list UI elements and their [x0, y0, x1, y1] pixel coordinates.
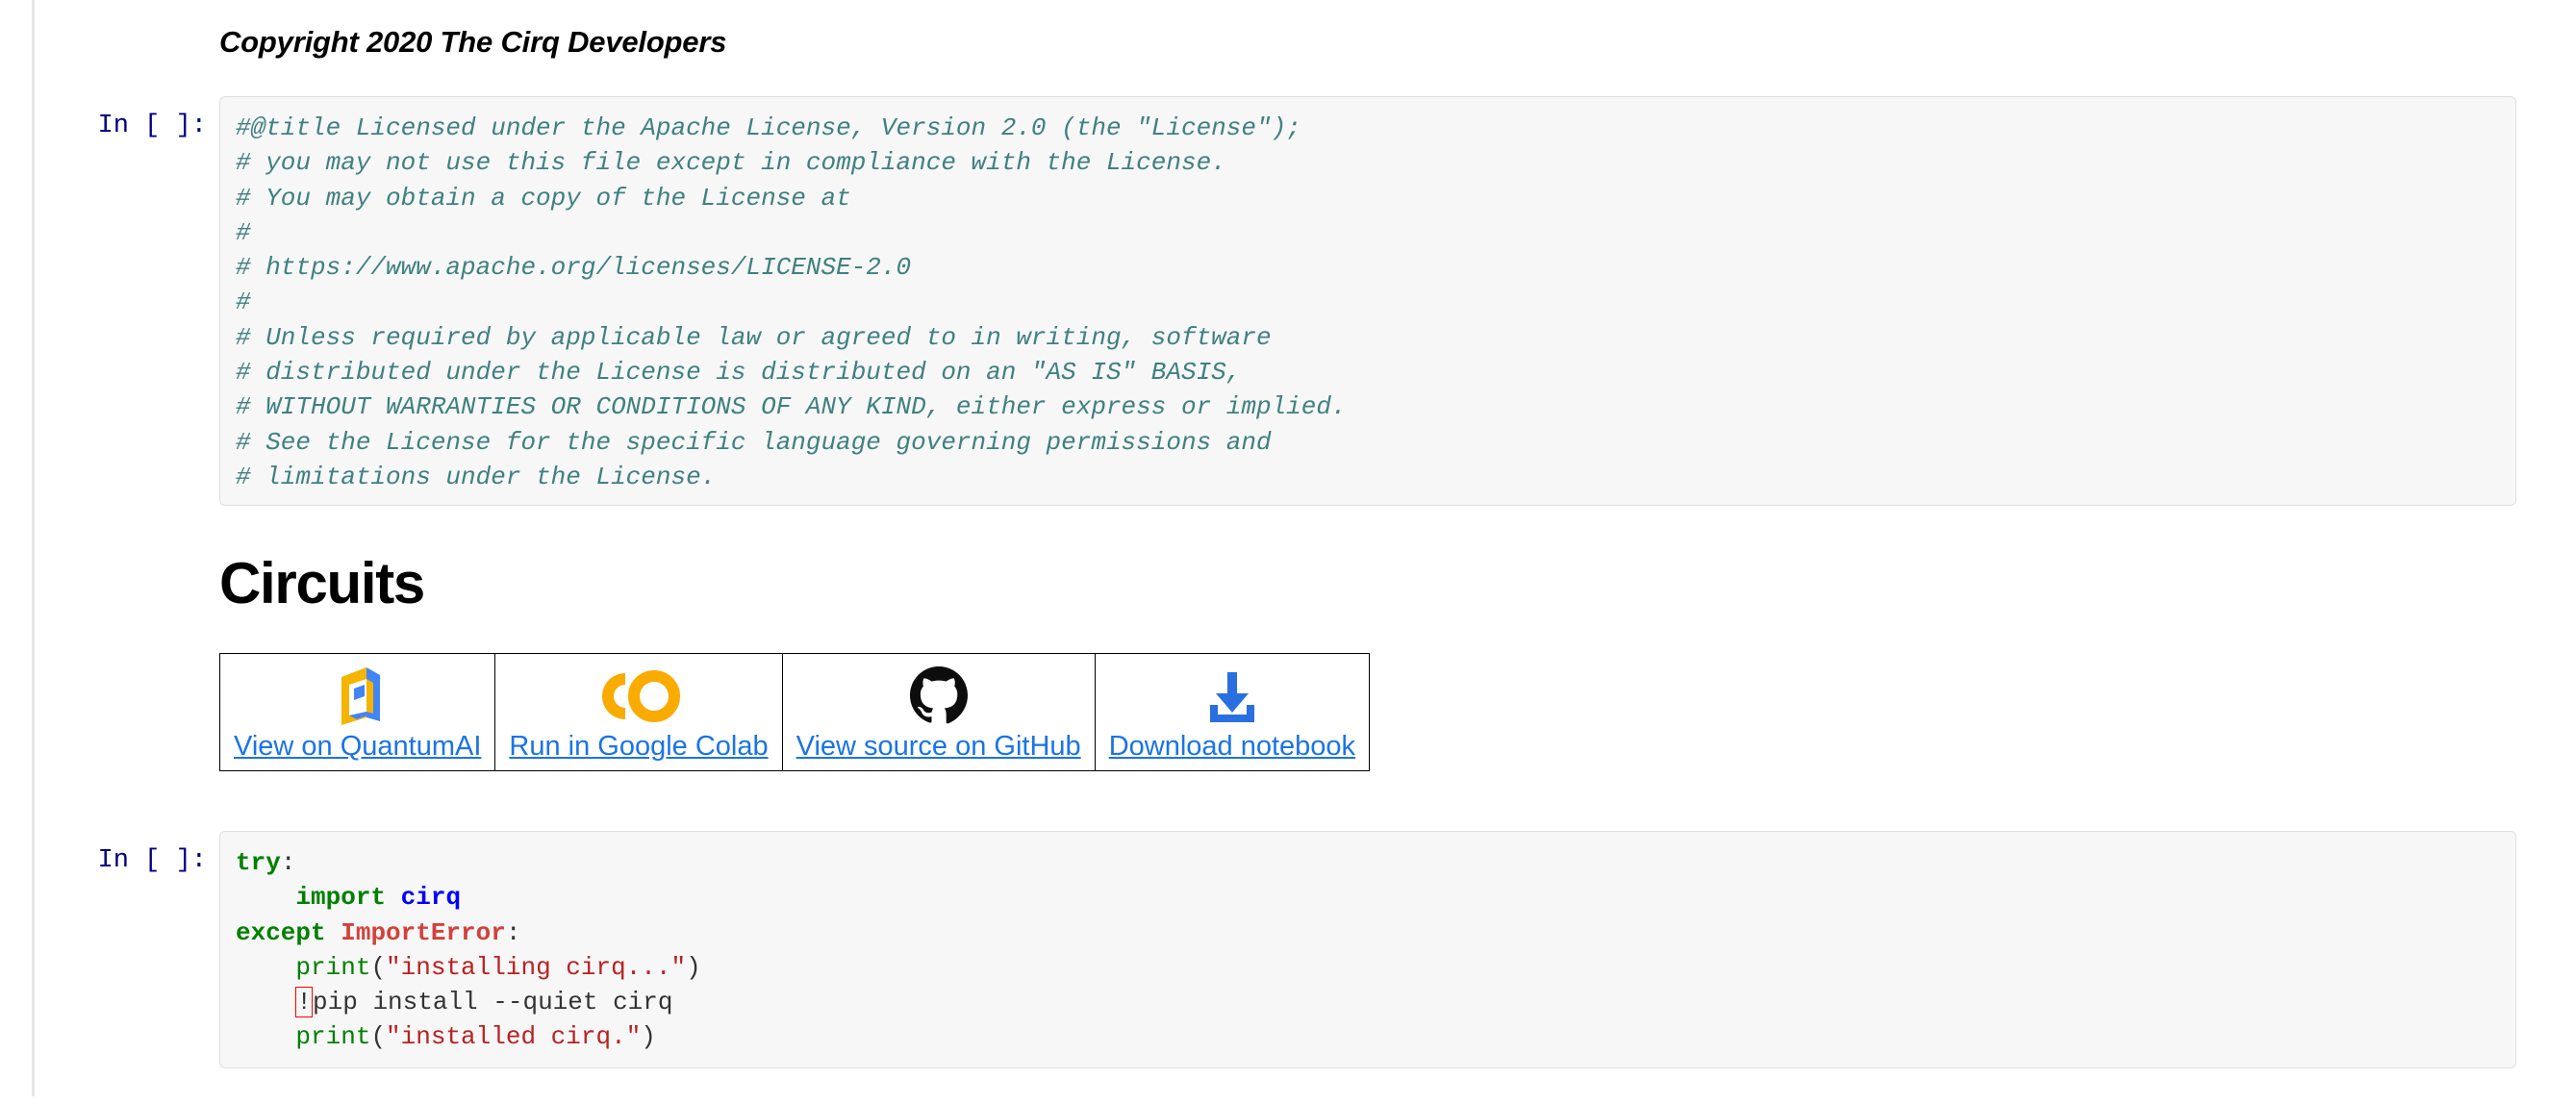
- code-line: #: [236, 217, 251, 247]
- button-download-notebook[interactable]: Download notebook: [1094, 652, 1371, 772]
- code-token-module: cirq: [400, 883, 462, 913]
- code-token-punct: ): [686, 952, 701, 982]
- code-token-exception: ImportError: [341, 917, 506, 947]
- page-title: Circuits: [219, 551, 425, 615]
- button-view-on-quantumai[interactable]: View on QuantumAI: [218, 652, 496, 772]
- code-line: # you may not use this file except in co…: [236, 148, 1226, 178]
- code-cell-license: In [ ]: #@title Licensed under the Apach…: [0, 96, 2516, 506]
- code-token-string: "installing cirq...": [386, 952, 687, 982]
- button-label: Download notebook: [1108, 731, 1356, 762]
- notebook-button-bar: View on QuantumAI Run in Google Colab Vi…: [218, 652, 1371, 772]
- code-cell-import-cirq: In [ ]: try: import cirq except ImportEr…: [0, 831, 2516, 1068]
- code-token-shell-command: pip install --quiet cirq: [313, 988, 673, 1017]
- code-line: # limitations under the License.: [236, 462, 717, 491]
- code-line: # Unless required by applicable law or a…: [236, 322, 1272, 352]
- code-editor-license[interactable]: #@title Licensed under the Apache Licens…: [219, 96, 2516, 506]
- code-token-function: print: [295, 952, 371, 982]
- code-token-keyword: try: [236, 848, 281, 877]
- button-label: View source on GitHub: [796, 731, 1081, 762]
- code-token-indent: [236, 988, 295, 1016]
- copyright-heading: Copyright 2020 The Cirq Developers: [219, 25, 727, 59]
- download-icon: [1109, 664, 1355, 729]
- code-token-punct: :: [280, 848, 296, 877]
- code-token-indent: [236, 1022, 295, 1051]
- code-token-keyword: import: [295, 883, 387, 913]
- github-icon: [796, 664, 1081, 729]
- code-line: # distributed under the License is distr…: [236, 358, 1242, 388]
- code-editor-import-cirq[interactable]: try: import cirq except ImportError: pri…: [219, 831, 2516, 1068]
- code-line: # See the License for the specific langu…: [236, 427, 1272, 457]
- button-run-in-colab[interactable]: Run in Google Colab: [494, 652, 783, 772]
- code-token-indent: [236, 953, 295, 982]
- code-token-keyword: except: [236, 917, 326, 947]
- code-line: import cirq: [236, 880, 2500, 915]
- code-line: print("installing cirq..."): [236, 950, 2500, 985]
- code-line: print("installed cirq."): [236, 1019, 2500, 1054]
- code-token-punct: ): [641, 1022, 656, 1052]
- code-token-shell-bang: !: [295, 987, 314, 1018]
- button-view-source-github[interactable]: View source on GitHub: [781, 652, 1096, 772]
- code-token-indent: [236, 883, 295, 912]
- code-line: # https://www.apache.org/licenses/LICENS…: [236, 253, 912, 283]
- code-line: #: [236, 288, 251, 317]
- code-token-punct: :: [505, 917, 521, 947]
- table-row: View on QuantumAI Run in Google Colab Vi…: [218, 652, 1371, 772]
- code-token-string: "installed cirq.": [386, 1022, 642, 1052]
- quantumai-logo-icon: [234, 664, 481, 729]
- code-token-punct: (: [370, 952, 387, 982]
- button-label: Run in Google Colab: [509, 731, 769, 762]
- cell-prompt-import-cirq[interactable]: In [ ]:: [0, 831, 219, 875]
- cell-prompt-license[interactable]: In [ ]:: [0, 96, 219, 140]
- code-token-punct: (: [370, 1022, 387, 1052]
- code-token-function: print: [295, 1022, 371, 1052]
- code-line: # You may obtain a copy of the License a…: [236, 183, 851, 213]
- code-line: # WITHOUT WARRANTIES OR CONDITIONS OF AN…: [236, 392, 1347, 422]
- code-line: except ImportError:: [236, 916, 2500, 950]
- code-line: !pip install --quiet cirq: [236, 985, 2500, 1019]
- code-line: #@title Licensed under the Apache Licens…: [236, 113, 1301, 142]
- google-colab-icon: [509, 664, 768, 729]
- code-line: try:: [236, 845, 2500, 880]
- notebook-page: Copyright 2020 The Cirq Developers In [ …: [0, 0, 2576, 1104]
- button-label: View on QuantumAI: [234, 731, 482, 762]
